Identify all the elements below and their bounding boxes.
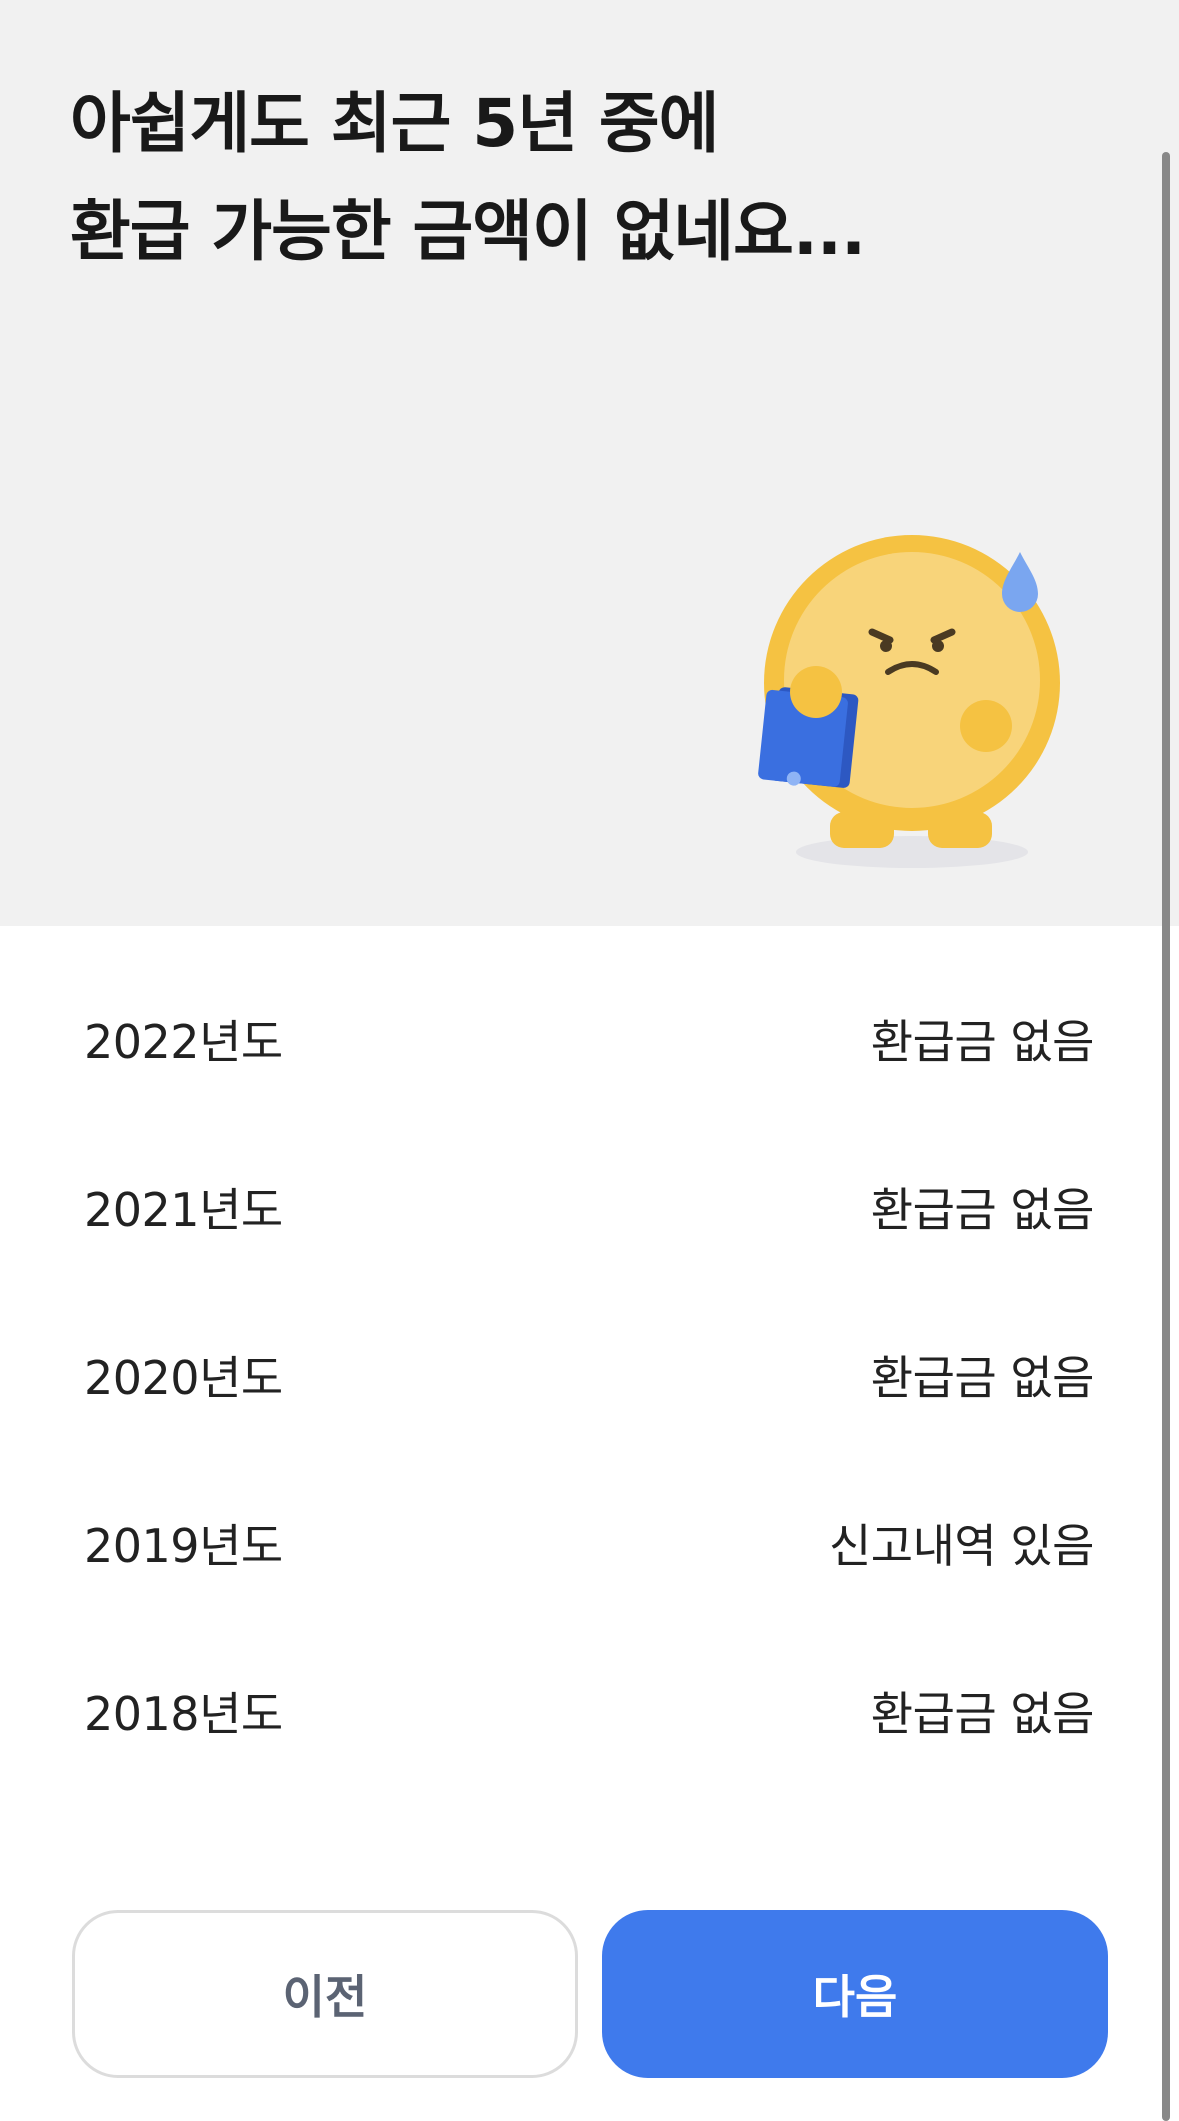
bottom-button-bar: 이전 다음 xyxy=(72,1910,1108,2078)
year-label: 2022년도 xyxy=(84,1015,283,1069)
year-label: 2021년도 xyxy=(84,1183,283,1237)
scrollbar[interactable] xyxy=(1162,152,1170,2121)
list-item: 2018년도 환급금 없음 xyxy=(84,1671,1095,1751)
year-label: 2019년도 xyxy=(84,1519,283,1573)
prev-button[interactable]: 이전 xyxy=(72,1910,578,2078)
next-button[interactable]: 다음 xyxy=(602,1910,1108,2078)
page-title-line-2: 환급 가능한 금액이 없네요... xyxy=(70,193,866,270)
refund-result-screen: 아쉽게도 최근 5년 중에 환급 가능한 금액이 없네요... 2022년도 환… xyxy=(0,0,1179,2121)
page-title-line-1: 아쉽게도 최근 5년 중에 xyxy=(70,85,719,162)
refund-status: 환급금 없음 xyxy=(870,1351,1095,1405)
list-item: 2020년도 환급금 없음 xyxy=(84,1335,1095,1415)
year-label: 2018년도 xyxy=(84,1687,283,1741)
refund-status: 환급금 없음 xyxy=(870,1183,1095,1237)
list-item: 2021년도 환급금 없음 xyxy=(84,1167,1095,1247)
year-label: 2020년도 xyxy=(84,1351,283,1405)
sad-coin-character-icon xyxy=(758,535,1060,868)
refund-status: 환급금 없음 xyxy=(870,1015,1095,1069)
list-item: 2019년도 신고내역 있음 xyxy=(84,1503,1095,1583)
refund-status: 신고내역 있음 xyxy=(828,1519,1095,1573)
list-item: 2022년도 환급금 없음 xyxy=(84,999,1095,1079)
page-title: 아쉽게도 최근 5년 중에 환급 가능한 금액이 없네요... xyxy=(70,70,866,286)
refund-status: 환급금 없음 xyxy=(870,1687,1095,1741)
hero-section: 아쉽게도 최근 5년 중에 환급 가능한 금액이 없네요... xyxy=(0,0,1179,926)
